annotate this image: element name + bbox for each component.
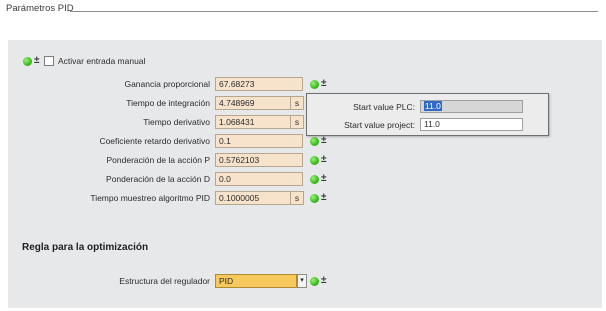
param-label-proportional-gain: Ganancia proporcional xyxy=(124,79,210,89)
d-weighting-field[interactable]: 0.0 xyxy=(215,172,303,186)
green-status-icon xyxy=(310,175,319,184)
derivative-delay-coefficient-field[interactable]: 0.1 xyxy=(215,134,303,148)
start-value-plc-label: Start value PLC: xyxy=(353,102,415,112)
green-status-icon xyxy=(310,80,319,89)
param-label-derivative-time: Tiempo derivativo xyxy=(143,117,210,127)
proportional-gain-field[interactable]: 67.68273 xyxy=(215,77,303,91)
chevron-down-icon[interactable]: ▾ xyxy=(297,274,307,288)
derivative-time-unit: s xyxy=(291,115,304,129)
section-title: Parámetros PID xyxy=(6,3,74,14)
manual-input-label: Activar entrada manual xyxy=(58,56,146,66)
start-value-plc-value: 11.0 xyxy=(424,101,442,111)
plus-minus-icon[interactable]: ± xyxy=(321,193,327,203)
param-label-integration-time: Tiempo de integración xyxy=(126,98,210,108)
start-value-popup: Start value PLC: 11.0 Start value projec… xyxy=(306,93,549,136)
green-status-icon xyxy=(310,277,319,286)
sample-time-field[interactable]: 0.1000005 xyxy=(215,191,291,205)
plus-minus-icon[interactable]: ± xyxy=(321,174,327,184)
plus-minus-icon[interactable]: ± xyxy=(321,79,327,89)
start-value-project-label: Start value project: xyxy=(344,120,415,130)
p-weighting-field[interactable]: 0.5762103 xyxy=(215,153,303,167)
param-label-p-weighting: Ponderación de la acción P xyxy=(106,155,211,165)
green-status-icon xyxy=(310,137,319,146)
start-value-project-field[interactable]: 11.0 xyxy=(420,118,523,131)
integration-time-unit: s xyxy=(291,96,304,110)
sample-time-unit: s xyxy=(291,191,304,205)
integration-time-field[interactable]: 4.748969 xyxy=(215,96,291,110)
green-status-icon xyxy=(310,156,319,165)
plus-minus-icon[interactable]: ± xyxy=(34,56,40,66)
plus-minus-icon[interactable]: ± xyxy=(321,155,327,165)
param-label-d-weighting: Ponderación de la acción D xyxy=(106,174,210,184)
plus-minus-icon[interactable]: ± xyxy=(321,276,327,286)
param-label-sample-time: Tiempo muestreo algoritmo PID xyxy=(90,193,210,203)
start-value-plc-field: 11.0 xyxy=(420,100,523,113)
param-label-derivative-delay-coefficient: Coeficiente retardo derivativo xyxy=(99,136,210,146)
section-divider xyxy=(70,11,598,12)
derivative-time-field[interactable]: 1.068431 xyxy=(215,115,291,129)
section-header: Parámetros PID xyxy=(0,0,606,20)
optimization-heading: Regla para la optimización xyxy=(22,242,149,253)
pid-parameters-panel: ± Activar entrada manual Ganancia propor… xyxy=(8,40,602,308)
controller-structure-label: Estructura del regulador xyxy=(119,276,210,286)
green-status-icon xyxy=(23,57,32,66)
manual-input-checkbox[interactable] xyxy=(44,56,54,66)
green-status-icon xyxy=(310,194,319,203)
controller-structure-dropdown[interactable]: PID xyxy=(215,274,297,288)
plus-minus-icon[interactable]: ± xyxy=(321,136,327,146)
